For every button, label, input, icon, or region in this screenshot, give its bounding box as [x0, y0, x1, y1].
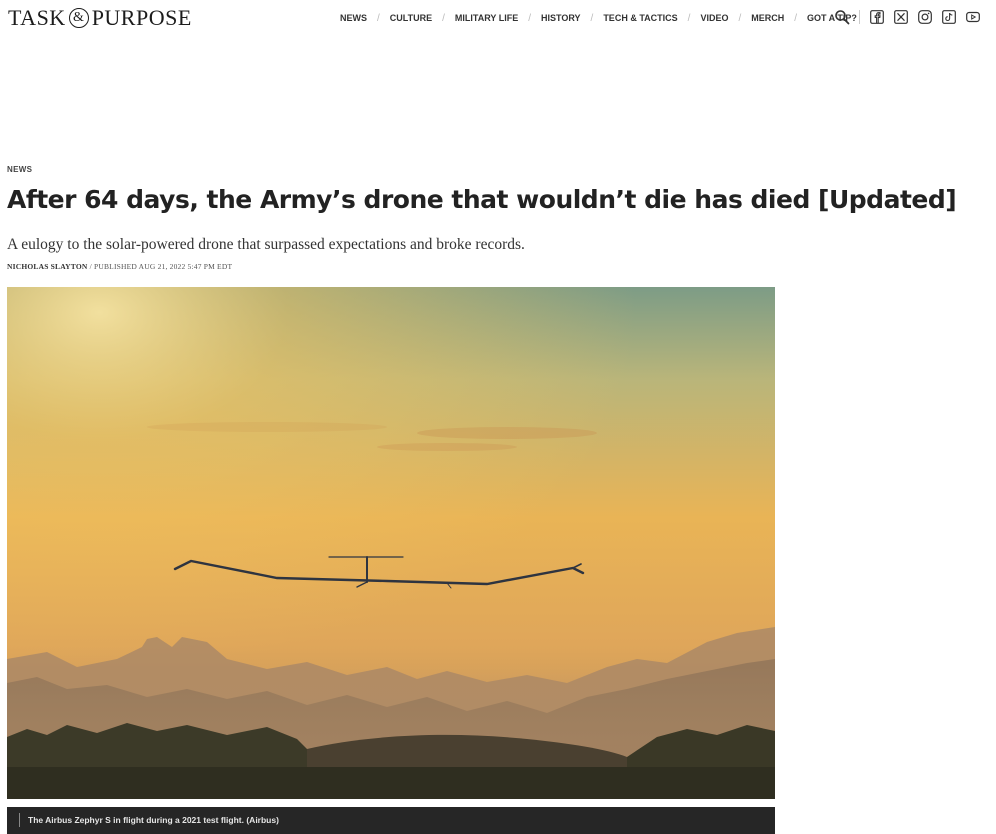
logo-word-purpose: PURPOSE	[91, 5, 192, 30]
publish-date: / PUBLISHED AUG 21, 2022 5:47 PM EDT	[89, 262, 233, 271]
nav-separator: /	[687, 12, 691, 24]
image-caption: The Airbus Zephyr S in flight during a 2…	[28, 815, 279, 825]
nav-separator: /	[442, 12, 445, 24]
nav-item-video[interactable]: VIDEO	[700, 13, 728, 23]
youtube-icon[interactable]	[966, 10, 980, 24]
main-nav: NEWS / CULTURE / MILITARY LIFE / HISTORY…	[340, 11, 857, 25]
nav-separator: /	[528, 12, 532, 24]
nav-item-culture[interactable]: CULTURE	[390, 13, 432, 23]
header-divider	[859, 10, 860, 24]
article-dek: A eulogy to the solar-powered drone that…	[7, 236, 525, 253]
nav-separator: /	[794, 12, 798, 24]
hero-illustration	[7, 287, 775, 799]
nav-item-merch[interactable]: MERCH	[751, 13, 784, 23]
search-icon[interactable]	[834, 9, 850, 25]
nav-separator: /	[377, 12, 380, 24]
article-category[interactable]: NEWS	[7, 165, 32, 174]
nav-item-history[interactable]: HISTORY	[541, 13, 581, 23]
nav-item-tech-tactics[interactable]: TECH & TACTICS	[603, 13, 677, 23]
author-link[interactable]: NICHOLAS SLAYTON	[7, 262, 88, 271]
logo-ampersand: &	[68, 8, 89, 28]
nav-separator: /	[738, 12, 742, 24]
site-logo[interactable]: TASK & PURPOSE	[8, 5, 192, 30]
article-byline: NICHOLAS SLAYTON / PUBLISHED AUG 21, 202…	[7, 262, 232, 271]
facebook-icon[interactable]	[870, 10, 884, 24]
nav-item-news[interactable]: NEWS	[340, 13, 367, 23]
site-header: TASK & PURPOSE NEWS / CULTURE / MILITARY…	[0, 0, 996, 36]
image-caption-bar: The Airbus Zephyr S in flight during a 2…	[7, 807, 775, 834]
nav-separator: /	[590, 12, 594, 24]
logo-word-task: TASK	[8, 5, 66, 30]
tiktok-icon[interactable]	[942, 10, 956, 24]
hero-image	[7, 287, 775, 799]
article-headline: After 64 days, the Army’s drone that wou…	[7, 185, 957, 214]
caption-rule	[19, 813, 20, 827]
instagram-icon[interactable]	[918, 10, 932, 24]
nav-item-military-life[interactable]: MILITARY LIFE	[455, 13, 518, 23]
x-icon[interactable]	[894, 10, 908, 24]
